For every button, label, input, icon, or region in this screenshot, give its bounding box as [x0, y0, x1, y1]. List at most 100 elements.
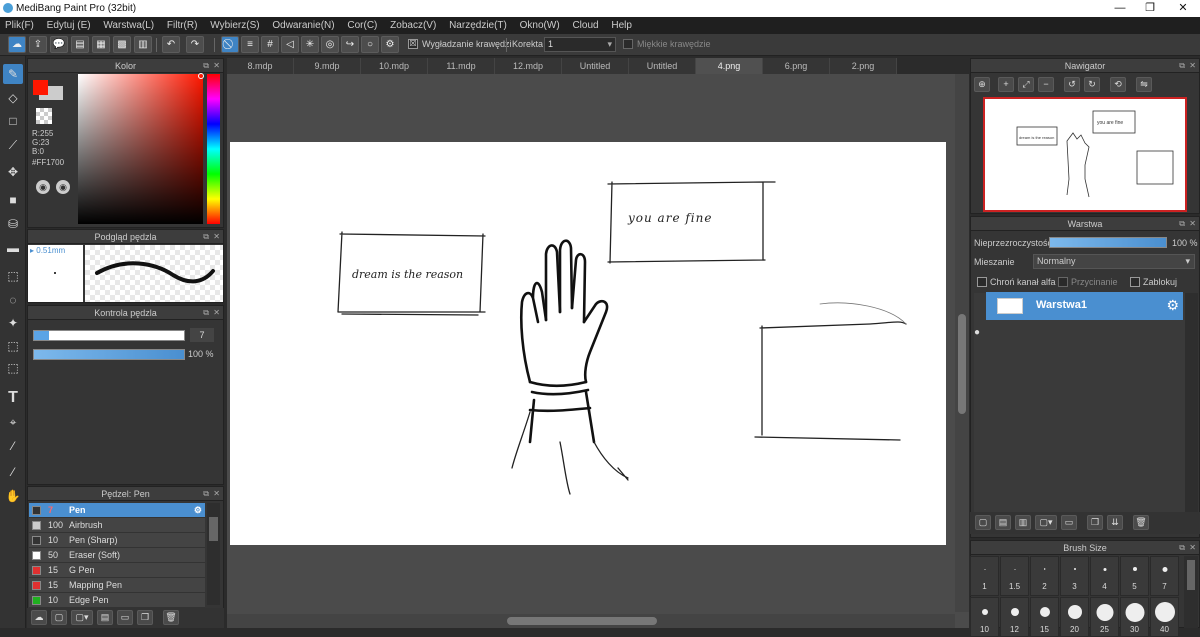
trash-icon[interactable]: 🗑	[1133, 515, 1149, 530]
close-icon[interactable]: ✕	[213, 59, 220, 73]
close-icon[interactable]: ✕	[1189, 541, 1196, 555]
canvas-horizontal-scrollbar[interactable]	[227, 614, 955, 628]
curve-snap-icon[interactable]: ↪	[341, 36, 359, 53]
brush-size-cell[interactable]: 10	[970, 597, 999, 637]
eraser-tool-icon[interactable]: ◇	[3, 88, 23, 108]
brush-item-edge-pen[interactable]: 10 Edge Pen	[29, 593, 205, 608]
protect-alpha-checkbox[interactable]	[977, 277, 987, 287]
select-tool-icon[interactable]: ⬚	[3, 266, 23, 286]
popout-icon[interactable]: ⧉	[1179, 541, 1185, 555]
menu-color[interactable]: Cor(C)	[342, 17, 382, 34]
move-tool-icon[interactable]: ✥	[3, 162, 23, 182]
lock-checkbox[interactable]	[1130, 277, 1140, 287]
drawing-canvas[interactable]: dream is the reason you are fine	[230, 142, 946, 545]
tab-11-mdp[interactable]: 11.mdp	[428, 58, 495, 74]
brush-item-airbrush[interactable]: 100 Airbrush	[29, 518, 205, 533]
transparent-swatch[interactable]	[36, 108, 52, 124]
menu-view[interactable]: Zobacz(V)	[385, 17, 441, 34]
brush-opacity-slider[interactable]	[33, 349, 185, 360]
saturation-value-picker[interactable]	[78, 74, 203, 224]
brush-size-cell[interactable]: 1	[970, 556, 999, 596]
select-pen-icon[interactable]: ⬚	[3, 336, 23, 356]
close-icon[interactable]: ✕	[1189, 59, 1196, 73]
copy-brush-icon[interactable]: ❐	[137, 610, 153, 625]
cloud-icon[interactable]: ☁	[8, 36, 26, 53]
hand-tool-icon[interactable]: ✋	[3, 486, 23, 506]
close-icon[interactable]: ✕	[213, 230, 220, 244]
close-icon[interactable]: ✕	[1189, 217, 1196, 231]
new-layer-icon[interactable]: ▢	[975, 515, 991, 530]
rotate-right-icon[interactable]: ↻	[1084, 77, 1100, 92]
menu-edit[interactable]: Edytuj (E)	[42, 17, 96, 34]
layer-list-scrollbar[interactable]	[1185, 293, 1198, 515]
add-brush-dropdown-icon[interactable]: ▢▾	[71, 610, 93, 625]
brush-item-mapping-pen[interactable]: 15 Mapping Pen	[29, 578, 205, 593]
popout-icon[interactable]: ⧉	[203, 487, 209, 501]
brush-size-cell[interactable]: 3	[1060, 556, 1089, 596]
rotate-left-icon[interactable]: ↺	[1064, 77, 1080, 92]
brush-size-cell[interactable]: 15	[1030, 597, 1059, 637]
menu-help[interactable]: Help	[606, 17, 637, 34]
trash-icon[interactable]: 🗑	[163, 610, 179, 625]
concentric-snap-icon[interactable]: ◎	[321, 36, 339, 53]
line-tool-icon[interactable]: ⟋	[3, 135, 23, 155]
radial-snap-icon[interactable]: ✳	[301, 36, 319, 53]
scrollbar-thumb[interactable]	[209, 517, 218, 541]
brush-size-cell[interactable]: 12	[1000, 597, 1029, 637]
snap-settings-icon[interactable]: ⚙	[381, 36, 399, 53]
scrollbar-thumb[interactable]	[507, 617, 657, 625]
redo-icon[interactable]: ↷	[186, 36, 204, 53]
grid-icon[interactable]: ▩	[113, 36, 131, 53]
popout-icon[interactable]: ⧉	[1179, 217, 1185, 231]
new-brush-icon[interactable]: ▢	[51, 610, 67, 625]
dropper-tool-icon[interactable]: ⁄	[3, 436, 23, 456]
brush-item-pen[interactable]: 7 Pen ⚙	[29, 503, 205, 518]
close-button[interactable]: ✕	[1168, 0, 1198, 17]
share-icon[interactable]: ⇪	[29, 36, 47, 53]
popout-icon[interactable]: ⧉	[203, 59, 209, 73]
popout-icon[interactable]: ⧉	[203, 230, 209, 244]
brush-tool-icon[interactable]: ✎	[3, 64, 23, 84]
menu-select[interactable]: Wybierz(S)	[205, 17, 264, 34]
brush-size-cell[interactable]: 30	[1120, 597, 1149, 637]
brush-size-cell[interactable]: 25	[1090, 597, 1119, 637]
zoom-out-icon[interactable]: −	[1038, 77, 1054, 92]
brush-list-scrollbar[interactable]	[207, 503, 220, 605]
brush-size-scrollbar[interactable]	[1184, 556, 1198, 628]
chat-icon[interactable]: ▤	[71, 36, 89, 53]
brush-size-cell[interactable]: 2	[1030, 556, 1059, 596]
minimize-button[interactable]: —	[1105, 0, 1135, 17]
eyedropper-icon[interactable]: ⁄	[3, 462, 23, 482]
menu-filter[interactable]: Filtr(R)	[162, 17, 203, 34]
tab-12-mdp[interactable]: 12.mdp	[495, 58, 562, 74]
menu-cloud[interactable]: Cloud	[567, 17, 603, 34]
brush-size-cell[interactable]: 1.5	[1000, 556, 1029, 596]
dual-page-icon[interactable]: ▥	[134, 36, 152, 53]
zoom-icon[interactable]: ⊕	[974, 77, 990, 92]
snap-off-icon[interactable]: ⃠	[221, 36, 239, 53]
popout-icon[interactable]: ⧉	[1179, 59, 1185, 73]
soft-edges-checkbox[interactable]	[623, 39, 633, 49]
tab-untitled-1[interactable]: Untitled	[562, 58, 629, 74]
palette-add-icon[interactable]: ◉	[56, 180, 70, 194]
reset-rotation-icon[interactable]: ⟲	[1110, 77, 1126, 92]
navigator-preview[interactable]: dream is the reason you are fine	[983, 97, 1187, 212]
menu-transform[interactable]: Odwaranie(N)	[267, 17, 339, 34]
document-icon[interactable]: ▦	[92, 36, 110, 53]
duplicate-layer-icon[interactable]: ❐	[1087, 515, 1103, 530]
eye-icon[interactable]: ●	[974, 327, 986, 339]
gear-icon[interactable]: ⚙	[194, 503, 202, 518]
brush-size-cell[interactable]: 5	[1120, 556, 1149, 596]
merge-layer-icon[interactable]: ⇊	[1107, 515, 1123, 530]
smoothing-checkbox[interactable]: ☒	[408, 39, 418, 49]
brush-size-cell[interactable]: 20	[1060, 597, 1089, 637]
zoom-in-icon[interactable]: +	[998, 77, 1014, 92]
circle-snap-icon[interactable]: ○	[361, 36, 379, 53]
brush-item-g-pen[interactable]: 15 G Pen	[29, 563, 205, 578]
tab-untitled-2[interactable]: Untitled	[629, 58, 696, 74]
duplicate-brush-icon[interactable]: ▤	[97, 610, 113, 625]
tab-8-mdp[interactable]: 8.mdp	[227, 58, 294, 74]
vanishing-point-icon[interactable]: ◁	[281, 36, 299, 53]
brush-item-pen-sharp[interactable]: 10 Pen (Sharp)	[29, 533, 205, 548]
gear-icon[interactable]: ⚙	[1166, 297, 1179, 314]
